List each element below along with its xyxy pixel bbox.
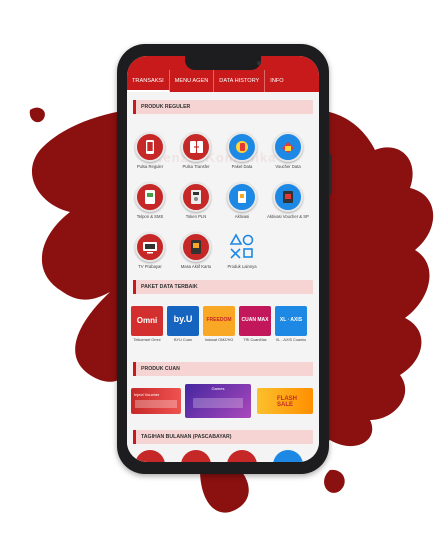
paket-brand-omni: Omni	[136, 316, 158, 325]
data-package-icon[interactable]	[227, 132, 257, 162]
paket-brand-tri: CUAN MAX	[241, 317, 269, 323]
paket-card-tri[interactable]: CUAN MAX	[239, 306, 271, 336]
postpaid-electricity-icon[interactable]	[135, 450, 165, 462]
reguler-label-telpon-sms: Telpon & SMS	[136, 214, 164, 219]
cuan-banner-2-label: Games	[211, 386, 225, 391]
section-header-produk-reguler: PRODUK REGULER	[133, 100, 313, 114]
app-screen: TRANSAKSI MENU AGEN DATA HISTORY INFO PR…	[127, 56, 319, 462]
voucher-icon[interactable]	[273, 132, 303, 162]
sms-phone-icon[interactable]	[135, 182, 165, 212]
top-tab-bar: TRANSAKSI MENU AGEN DATA HISTORY INFO	[127, 70, 319, 92]
paket-label-byu: BYU Cuan	[174, 338, 192, 342]
cuan-banner-games[interactable]: Games	[185, 384, 251, 418]
reguler-label-token-pln: Token PLN	[185, 214, 207, 219]
phone-transfer-icon[interactable]	[181, 132, 211, 162]
reguler-label-produk-lainnya: Produk Lainnya	[227, 264, 257, 269]
reguler-label-masa-aktif: Masa Aktif Kartu	[180, 264, 212, 269]
paket-label-tri: TRI CuanMax	[243, 338, 267, 342]
section-header-paket-data: PAKET DATA TERBAIK	[133, 280, 313, 294]
postpaid-water-icon[interactable]	[181, 450, 211, 462]
phone-icon[interactable]	[135, 132, 165, 162]
section-header-produk-cuan: PRODUK CUAN	[133, 362, 313, 376]
reguler-label-tv-prabayar: TV Prabayar	[138, 264, 162, 269]
smartphone-frame: TRANSAKSI MENU AGEN DATA HISTORY INFO PR…	[117, 44, 332, 474]
paket-card-omni[interactable]: Omni	[131, 306, 163, 336]
more-products-icon[interactable]	[227, 232, 257, 262]
postpaid-phone-icon[interactable]	[227, 450, 257, 462]
reguler-label-aktivasi: Aktivasi	[234, 214, 250, 219]
tab-data-history[interactable]: DATA HISTORY	[214, 70, 266, 92]
phone-notch	[185, 56, 261, 70]
paket-card-indosat[interactable]: FREEDOM	[203, 306, 235, 336]
watermark-text: Kenzie Komunika	[153, 150, 277, 165]
paket-card-xl[interactable]: XL · AXIS	[275, 306, 307, 336]
reguler-label-pulsa-transfer: Pulsa Transfer	[182, 164, 210, 169]
main-content: PRODUK REGULER Kenzie Komunika Pulsa Reg…	[127, 92, 319, 462]
cuan-banner-1-label: Inject Voucher	[134, 392, 160, 397]
electricity-token-icon[interactable]	[181, 182, 211, 212]
paket-brand-indosat: FREEDOM	[206, 317, 232, 323]
paket-label-xl: XL - AXIS Cuanku	[275, 338, 307, 342]
postpaid-internet-icon[interactable]	[273, 450, 303, 462]
reguler-label-paket-data: Paket Data	[231, 164, 253, 169]
cuan-banner-3-label: FLASH SALE	[277, 396, 297, 408]
camera-icon	[257, 61, 261, 65]
tv-icon[interactable]	[135, 232, 165, 262]
reguler-label-pulsa-reguler: Pulsa Reguler	[136, 164, 164, 169]
sim-card-icon[interactable]	[181, 232, 211, 262]
voucher-activation-icon[interactable]	[273, 182, 303, 212]
paket-brand-xl: XL · AXIS	[279, 317, 303, 323]
paket-label-omni: Telkomsel Omni	[133, 338, 161, 342]
tab-info[interactable]: INFO	[265, 70, 288, 92]
section-header-tagihan: TAGIHAN BULANAN (PASCABAYAR)	[133, 430, 313, 444]
paket-card-byu[interactable]: by.U	[167, 306, 199, 336]
cuan-banner-flash-sale[interactable]: FLASH SALE	[257, 388, 313, 414]
reguler-label-voucher-data: Voucher Data	[275, 164, 301, 169]
cuan-banner-inject-voucher[interactable]: Inject Voucher	[131, 388, 181, 414]
reguler-label-aktivasi-voucher: Aktivasi Voucher & SP	[267, 214, 309, 219]
paket-label-indosat: Indosat OMZ/HG	[204, 338, 234, 342]
banner-decoration	[135, 400, 177, 408]
banner-decoration	[193, 398, 243, 408]
tab-transaksi[interactable]: TRANSAKSI	[127, 70, 170, 92]
sim-activation-icon[interactable]	[227, 182, 257, 212]
paket-brand-byu: by.U	[173, 314, 193, 324]
tab-menu-agen[interactable]: MENU AGEN	[170, 70, 215, 92]
